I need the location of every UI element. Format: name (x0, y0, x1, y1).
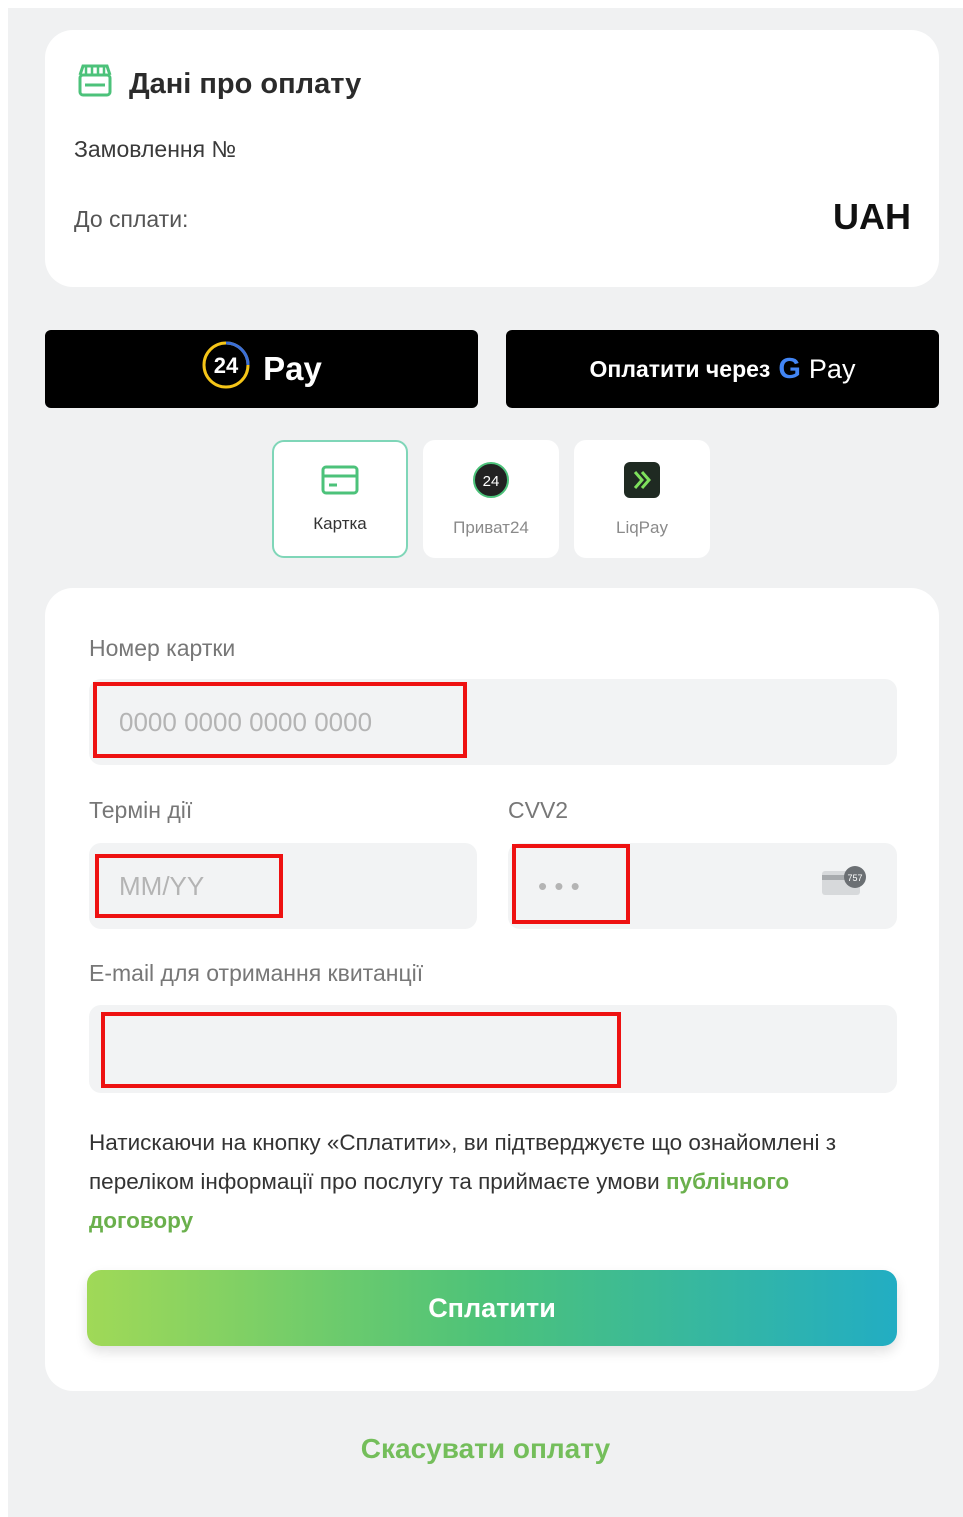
amount-due-label: До сплати: (74, 206, 189, 232)
privat24-badge-text: 24 (214, 353, 239, 378)
email-label: E-mail для отримання квитанції (89, 960, 424, 986)
tab-privat24[interactable]: 24 Приват24 (423, 440, 559, 558)
privat24-pay-label: Pay (263, 350, 322, 387)
cvv-hint-card-icon: 757 (821, 865, 867, 902)
payment-info-header: Дані про оплату (77, 63, 361, 105)
card-icon (321, 465, 359, 500)
payment-page: Дані про оплату Замовлення № До сплати: … (8, 8, 963, 1517)
payment-method-tabs: Картка 24 Приват24 LiqPay (272, 440, 710, 558)
tab-liqpay-label: LiqPay (616, 517, 668, 537)
liqpay-icon (623, 461, 661, 504)
pay-submit-button[interactable]: Сплатити (87, 1270, 897, 1346)
order-number-label: Замовлення № (74, 136, 237, 162)
google-pay-label: Pay (808, 353, 856, 384)
expiry-label: Термін дії (89, 797, 193, 823)
payment-info-title: Дані про оплату (129, 67, 362, 100)
payment-info-card: Дані про оплату Замовлення № До сплати: … (45, 30, 939, 287)
privat24-icon: 24 (472, 461, 510, 504)
tab-card[interactable]: Картка (272, 440, 408, 558)
cancel-payment-link[interactable]: Скасувати оплату (8, 1433, 963, 1465)
card-number-label: Номер картки (89, 635, 236, 661)
google-pay-button[interactable]: Оплатити через G Pay (506, 330, 939, 408)
google-pay-prefix: Оплатити через (589, 355, 771, 382)
consent-text-block: Натискаючи на кнопку «Сплатити», ви підт… (89, 1123, 889, 1240)
tab-card-label: Картка (313, 513, 367, 533)
card-form: Номер картки Термін дії CVV2 757 E-mail … (45, 588, 939, 1391)
cvv-label: CVV2 (508, 797, 569, 823)
store-icon (77, 63, 113, 105)
expiry-input[interactable] (89, 843, 477, 929)
google-g-icon: G (778, 352, 801, 385)
email-input[interactable] (89, 1005, 897, 1093)
cvv-hint-digits: 757 (847, 873, 862, 883)
currency-label: UAH (833, 196, 911, 237)
privat24-pay-button[interactable]: 24 Pay (45, 330, 478, 408)
privat24-tab-badge: 24 (483, 473, 500, 490)
privat24-pay-logo-icon: 24 (201, 340, 251, 398)
card-number-input[interactable] (89, 679, 897, 765)
tab-privat24-label: Приват24 (453, 517, 529, 537)
tab-liqpay[interactable]: LiqPay (574, 440, 710, 558)
